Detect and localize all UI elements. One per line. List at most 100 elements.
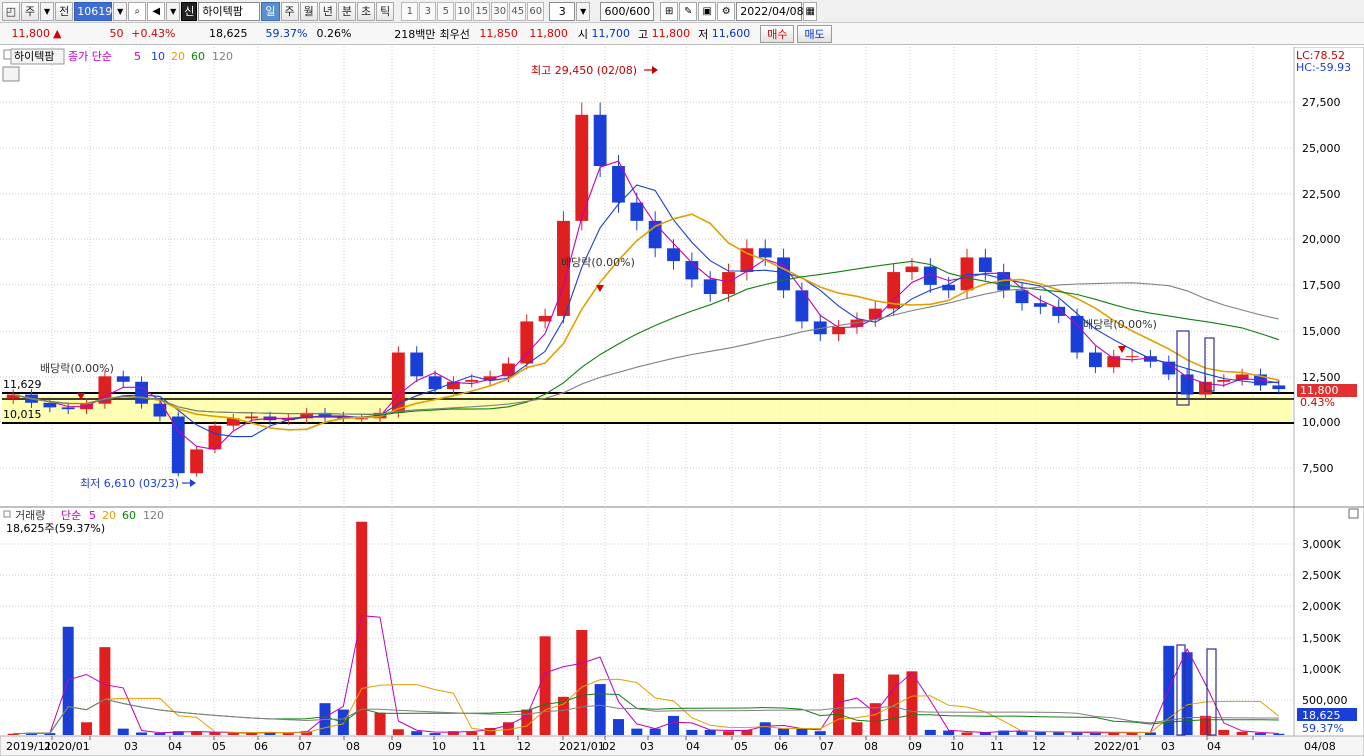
chevron-down-icon[interactable]: ▼ [40,1,55,21]
interval-45[interactable]: 45 [509,1,527,21]
candle-body [630,202,644,221]
stock-name-field[interactable]: 하이텍팜 [198,1,261,21]
x-tick-label: 08 [864,740,878,753]
x-tick-label: 12 [1032,740,1046,753]
interval-15[interactable]: 15 [473,1,491,21]
code-dropdown-icon[interactable]: ▼ [113,1,128,21]
volume-bar [924,729,936,735]
volume-tick-label: 2,500K [1302,569,1341,582]
candle-body [978,257,992,273]
x-tick-label: 10 [950,740,964,753]
price-panel-menu-icon[interactable] [2,66,20,82]
interval-1[interactable]: 1 [401,1,419,21]
volume-tick-label: 1,000K [1302,663,1341,676]
high-price: 11,800 [651,27,691,40]
draw-tool-icon[interactable]: ✎ [679,1,698,21]
volume-bar [154,733,166,735]
buy-button[interactable]: 매수 [760,24,795,43]
vma120-label: 120 [143,509,164,522]
search-icon[interactable]: ⌕ [128,1,147,21]
volume-bar [943,730,955,735]
vma20-label: 20 [102,509,116,522]
count-display[interactable]: 600/600 [600,1,655,21]
x-tick-label: 05 [212,740,226,753]
interval-30[interactable]: 30 [491,1,509,21]
candle-body [135,381,148,404]
stock-code-input[interactable]: 106190 [74,1,119,21]
dividend-label-2: 배당락(0.00%) [561,256,635,269]
menu-square-icon[interactable]: ◰ [2,1,20,21]
up-arrow-icon: ▲ [53,27,62,40]
price-tick-label: 20,000 [1302,233,1341,246]
best-quote-label: 최우선 [439,27,470,41]
candle-body [245,416,259,419]
chart-area[interactable]: 하이텍팜 종가 단순 5 10 20 60 120 LC:78.52 HC:-5… [0,46,1364,756]
x-tick-label: 07 [820,740,834,753]
candle-body [905,266,919,273]
interval-5[interactable]: 5 [437,1,455,21]
vma5-label: 5 [89,509,96,522]
zoom-icon[interactable]: ⊞ [660,1,679,21]
volume-tick-label: 1,500K [1302,632,1341,645]
chart-svg[interactable]: 하이텍팜 종가 단순 5 10 20 60 120 LC:78.52 HC:-5… [0,46,1364,756]
interval-3[interactable]: 3 [419,1,437,21]
tab-second[interactable]: 초 [357,1,376,21]
candle-body [428,376,442,390]
volume-bar [796,728,808,735]
volume-bar [392,729,404,735]
price-tick-label: 12,500 [1302,371,1341,384]
volume-panel-close-icon[interactable] [1348,508,1359,519]
candle-body [1015,290,1029,304]
save-icon[interactable]: ▣ [698,1,717,21]
dividend-label-1: 배당락(0.00%) [40,362,114,375]
interval-60[interactable]: 60 [527,1,545,21]
ma5-label: 5 [134,50,141,63]
gear-icon[interactable]: ⚙ [717,1,736,21]
date-field[interactable]: 2022/04/08 [736,1,804,21]
trade-amount: 218백만 [394,27,436,41]
volume-bar [191,731,203,735]
calendar-icon[interactable]: ▦ [803,1,818,21]
support-band [2,396,1292,423]
x-tick-label: 06 [254,740,268,753]
volume-bar [209,732,221,735]
speaker-icon[interactable]: ◀ [147,1,166,21]
volume-bar [631,728,643,735]
price-tick-label: 17,500 [1302,279,1341,292]
x-tick-label: 12 [517,740,531,753]
price-panel-title: 하이텍팜 [14,49,54,63]
speaker-dropdown-icon[interactable]: ▼ [166,1,181,21]
tab-year[interactable]: 년 [318,1,337,21]
tab-minute[interactable]: 분 [337,1,356,21]
period-main-select[interactable]: 주 [21,1,40,21]
tab-tick[interactable]: 틱 [376,1,395,21]
stock-chart-window: ◰ 주 ▼ 전 106190 ▼ ⌕ ◀ ▼ 신 하이텍팜 일 주 월 년 분 … [0,0,1364,756]
high-label: 고 [637,27,649,41]
candle-body [355,418,369,420]
interval-10[interactable]: 10 [455,1,473,21]
volume-bar [1218,729,1230,735]
tab-day[interactable]: 일 [261,1,280,21]
x-tick-label: 06 [774,740,788,753]
price-tick-label: 7,500 [1302,462,1334,475]
x-tick-label: 2022/01 [1094,740,1140,753]
volume-bar [81,722,93,735]
price-change: 50 [109,27,124,40]
sell-button[interactable]: 매도 [797,24,832,43]
low-label: 저 [698,27,709,41]
tab-month[interactable]: 월 [299,1,318,21]
interval-dropdown-icon[interactable]: ▼ [576,1,591,21]
high-annotation: 최고 29,450 (02/08) [531,64,637,77]
volume-ratio: 59.37% [265,27,308,40]
prev-button[interactable]: 전 [55,1,74,21]
candle-body [153,403,167,417]
volume-bar [374,712,386,735]
interval-input[interactable]: 3 [549,1,576,21]
volume-tick-label: 3,000K [1302,538,1341,551]
price-change-pct: +0.43% [131,27,176,40]
tab-week[interactable]: 주 [280,1,299,21]
x-tick-label: 11 [472,740,486,753]
price-plot-bg [0,47,1294,507]
candle-body [685,261,699,280]
open-label: 시 [577,27,588,41]
